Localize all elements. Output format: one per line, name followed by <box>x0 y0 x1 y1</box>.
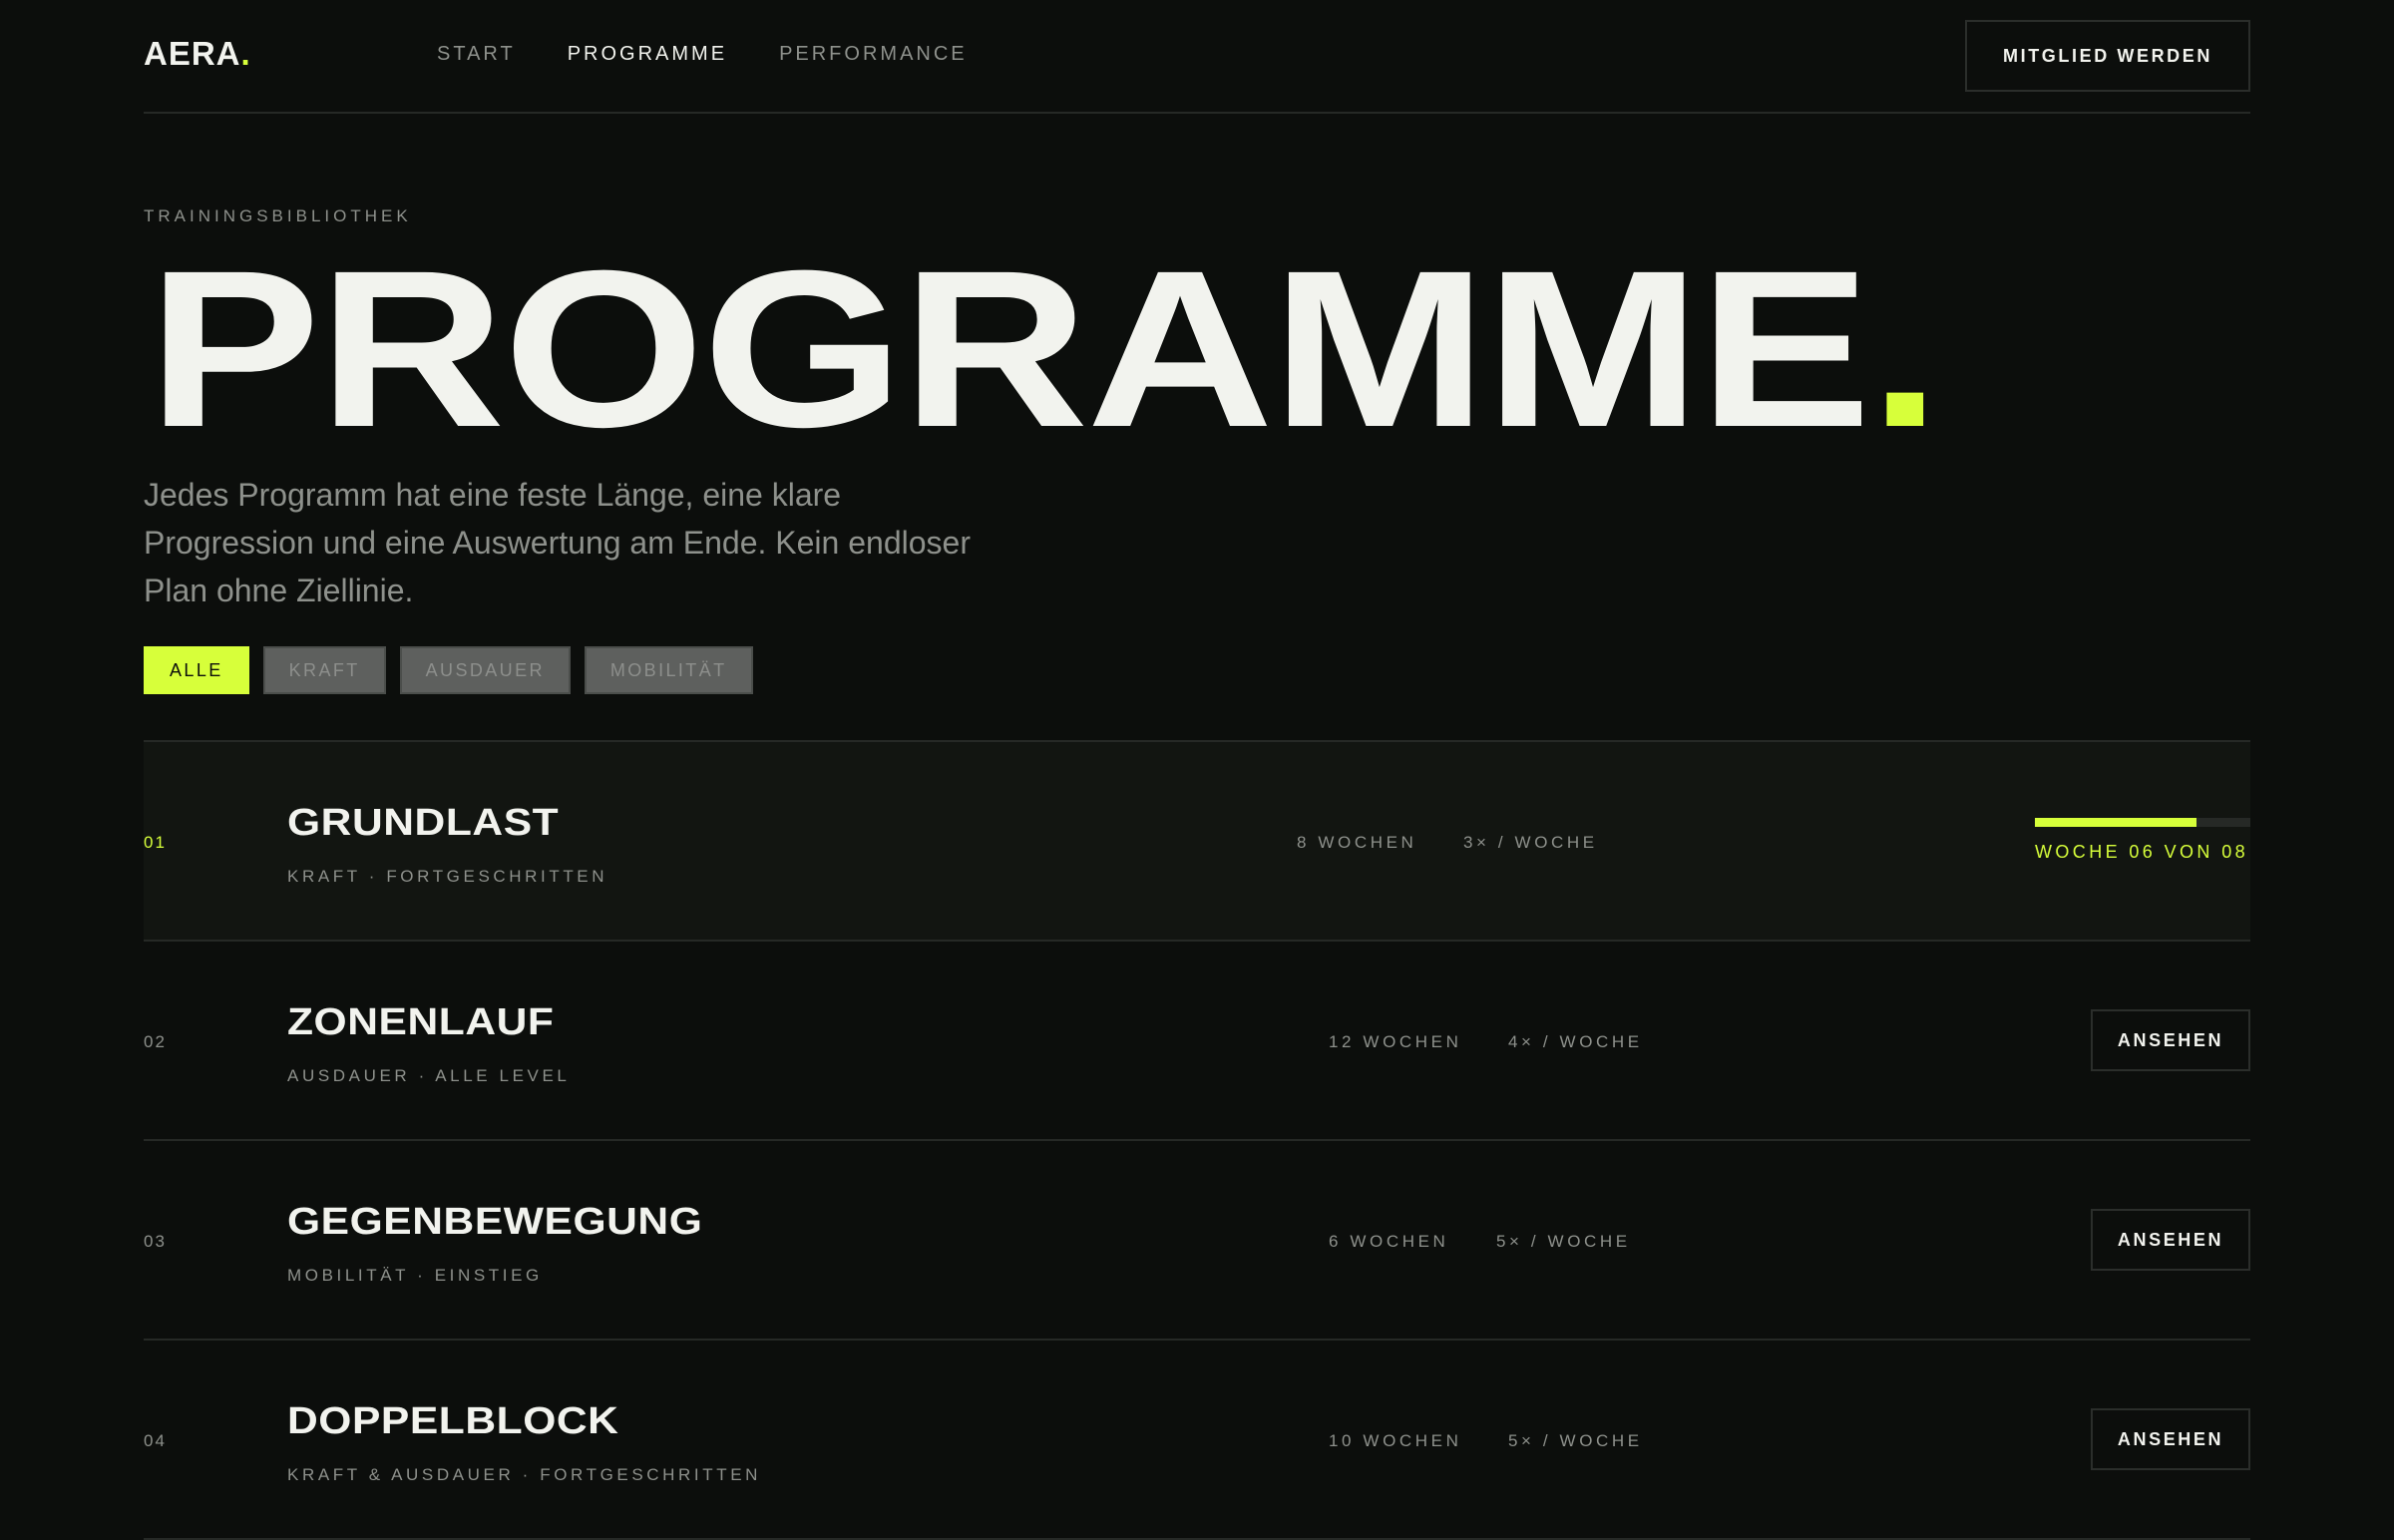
page-title-dot: . <box>1868 224 1941 474</box>
program-frequency: 5× / WOCHE <box>1496 1232 1631 1251</box>
program-meta: AUSDAUER · ALLE LEVEL <box>287 1066 571 1085</box>
program-meta: MOBILITÄT · EINSTIEG <box>287 1266 543 1285</box>
program-duration: 8 WOCHEN <box>1297 833 1417 852</box>
filter-chip-kraft[interactable]: KRAFT <box>262 646 386 694</box>
logo[interactable]: AERA. <box>144 34 251 74</box>
program-number: 01 <box>144 833 167 852</box>
program-number: 04 <box>144 1431 167 1450</box>
nav-item-start[interactable]: START <box>437 40 516 68</box>
program-frequency: 4× / WOCHE <box>1508 1032 1643 1051</box>
program-name: GRUNDLAST <box>287 802 560 844</box>
filter-bar: ALLE KRAFT AUSDAUER MOBILITÄT <box>144 646 753 694</box>
logo-text: AERA <box>144 35 241 72</box>
program-progress: WOCHE 06 VON 08 <box>2035 818 2250 863</box>
program-number: 02 <box>144 1032 167 1051</box>
program-name: ZONENLAUF <box>287 1001 555 1043</box>
program-number: 03 <box>144 1232 167 1251</box>
program-duration: 6 WOCHEN <box>1329 1232 1449 1251</box>
program-name: GEGENBEWEGUNG <box>287 1201 703 1243</box>
program-duration: 12 WOCHEN <box>1329 1032 1462 1051</box>
view-program-button[interactable]: ANSEHEN <box>2091 1408 2250 1470</box>
program-meta: KRAFT · FORTGESCHRITTEN <box>287 867 608 886</box>
program-row[interactable]: 02 ZONENLAUF AUSDAUER · ALLE LEVEL 12 WO… <box>144 942 2250 1141</box>
nav-item-performance[interactable]: PERFORMANCE <box>779 40 968 68</box>
program-name: DOPPELBLOCK <box>287 1400 619 1442</box>
view-program-button[interactable]: ANSEHEN <box>2091 1009 2250 1071</box>
program-frequency: 5× / WOCHE <box>1508 1431 1643 1450</box>
filter-chip-alle[interactable]: ALLE <box>144 646 249 694</box>
become-member-button[interactable]: MITGLIED WERDEN <box>1965 20 2250 92</box>
page-title-text: PROGRAMME <box>148 224 1871 474</box>
program-frequency: 3× / WOCHE <box>1463 833 1598 852</box>
view-program-button[interactable]: ANSEHEN <box>2091 1209 2250 1271</box>
progress-track <box>2035 818 2250 827</box>
intro-text: Jedes Programm hat eine feste Länge, ein… <box>144 477 971 608</box>
program-row[interactable]: 04 DOPPELBLOCK KRAFT & AUSDAUER · FORTGE… <box>144 1341 2250 1540</box>
page-title: PROGRAMME. <box>148 237 1941 461</box>
nav-item-programme[interactable]: PROGRAMME <box>568 40 727 68</box>
progress-label: WOCHE 06 VON 08 <box>2035 842 2249 862</box>
program-duration: 10 WOCHEN <box>1329 1431 1462 1450</box>
filter-chip-ausdauer[interactable]: AUSDAUER <box>399 646 571 694</box>
filter-chip-mobilitaet[interactable]: MOBILITÄT <box>584 646 753 694</box>
progress-fill <box>2035 818 2196 827</box>
logo-dot: . <box>240 35 251 72</box>
program-row[interactable]: 01 GRUNDLAST KRAFT · FORTGESCHRITTEN 8 W… <box>144 742 2250 942</box>
program-row[interactable]: 03 GEGENBEWEGUNG MOBILITÄT · EINSTIEG 6 … <box>144 1141 2250 1341</box>
page: AERA. START PROGRAMME PERFORMANCE MITGLI… <box>144 0 2250 1540</box>
site-header: AERA. START PROGRAMME PERFORMANCE MITGLI… <box>144 0 2250 114</box>
main-nav: START PROGRAMME PERFORMANCE <box>437 40 968 68</box>
program-meta: KRAFT & AUSDAUER · FORTGESCHRITTEN <box>287 1465 762 1484</box>
program-list: 01 GRUNDLAST KRAFT · FORTGESCHRITTEN 8 W… <box>144 740 2250 1540</box>
